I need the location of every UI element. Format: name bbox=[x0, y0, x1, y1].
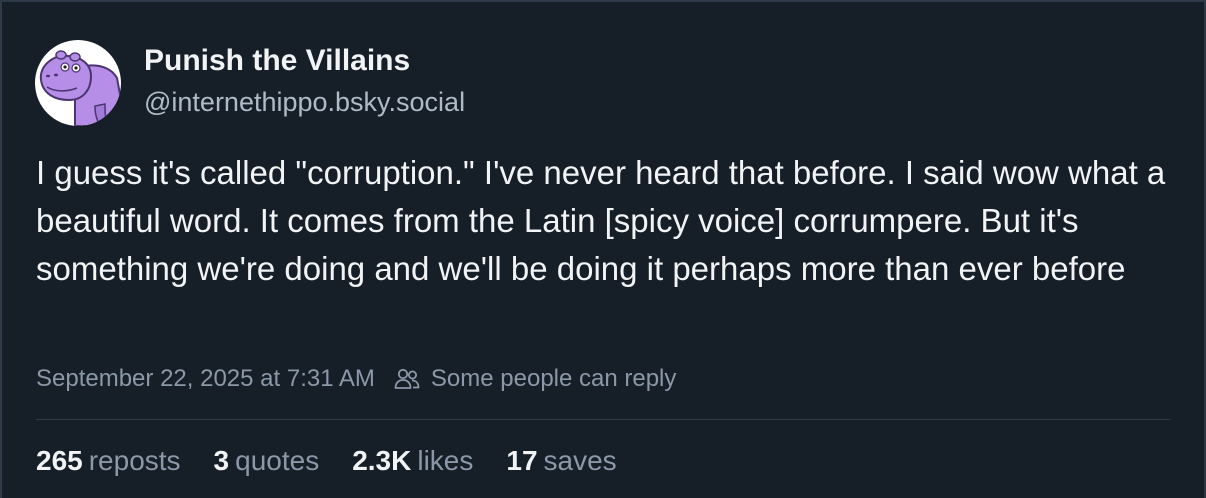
likes-count: 2.3K bbox=[352, 445, 412, 476]
hippo-avatar-icon bbox=[39, 50, 121, 126]
post-meta: September 22, 2025 at 7:31 AM Some peopl… bbox=[36, 365, 676, 393]
quotes-stat[interactable]: 3 quotes bbox=[214, 445, 320, 477]
reposts-label: reposts bbox=[88, 445, 181, 476]
post-card: Punish the Villains @internethippo.bsky.… bbox=[0, 0, 1206, 498]
quotes-count: 3 bbox=[213, 445, 230, 476]
author-handle[interactable]: @internethippo.bsky.social bbox=[144, 87, 465, 118]
reposts-count: 265 bbox=[36, 445, 83, 476]
likes-stat[interactable]: 2.3K likes bbox=[352, 445, 473, 477]
saves-stat[interactable]: 17 saves bbox=[506, 445, 616, 477]
post-stats: 265 reposts 3 quotes 2.3K likes 17 saves bbox=[36, 445, 650, 477]
author-avatar[interactable] bbox=[35, 40, 121, 126]
people-icon bbox=[394, 368, 420, 389]
author-display-name[interactable]: Punish the Villains bbox=[144, 44, 410, 78]
likes-label: likes bbox=[417, 445, 474, 476]
divider bbox=[36, 419, 1171, 420]
saves-label: saves bbox=[543, 445, 617, 476]
quotes-label: quotes bbox=[235, 445, 320, 476]
post-text: I guess it's called "corruption." I've n… bbox=[36, 154, 1166, 287]
reposts-stat[interactable]: 265 reposts bbox=[36, 445, 181, 477]
saves-count: 17 bbox=[506, 445, 538, 476]
reply-setting[interactable]: Some people can reply bbox=[431, 365, 676, 393]
post-timestamp[interactable]: September 22, 2025 at 7:31 AM bbox=[36, 365, 375, 393]
